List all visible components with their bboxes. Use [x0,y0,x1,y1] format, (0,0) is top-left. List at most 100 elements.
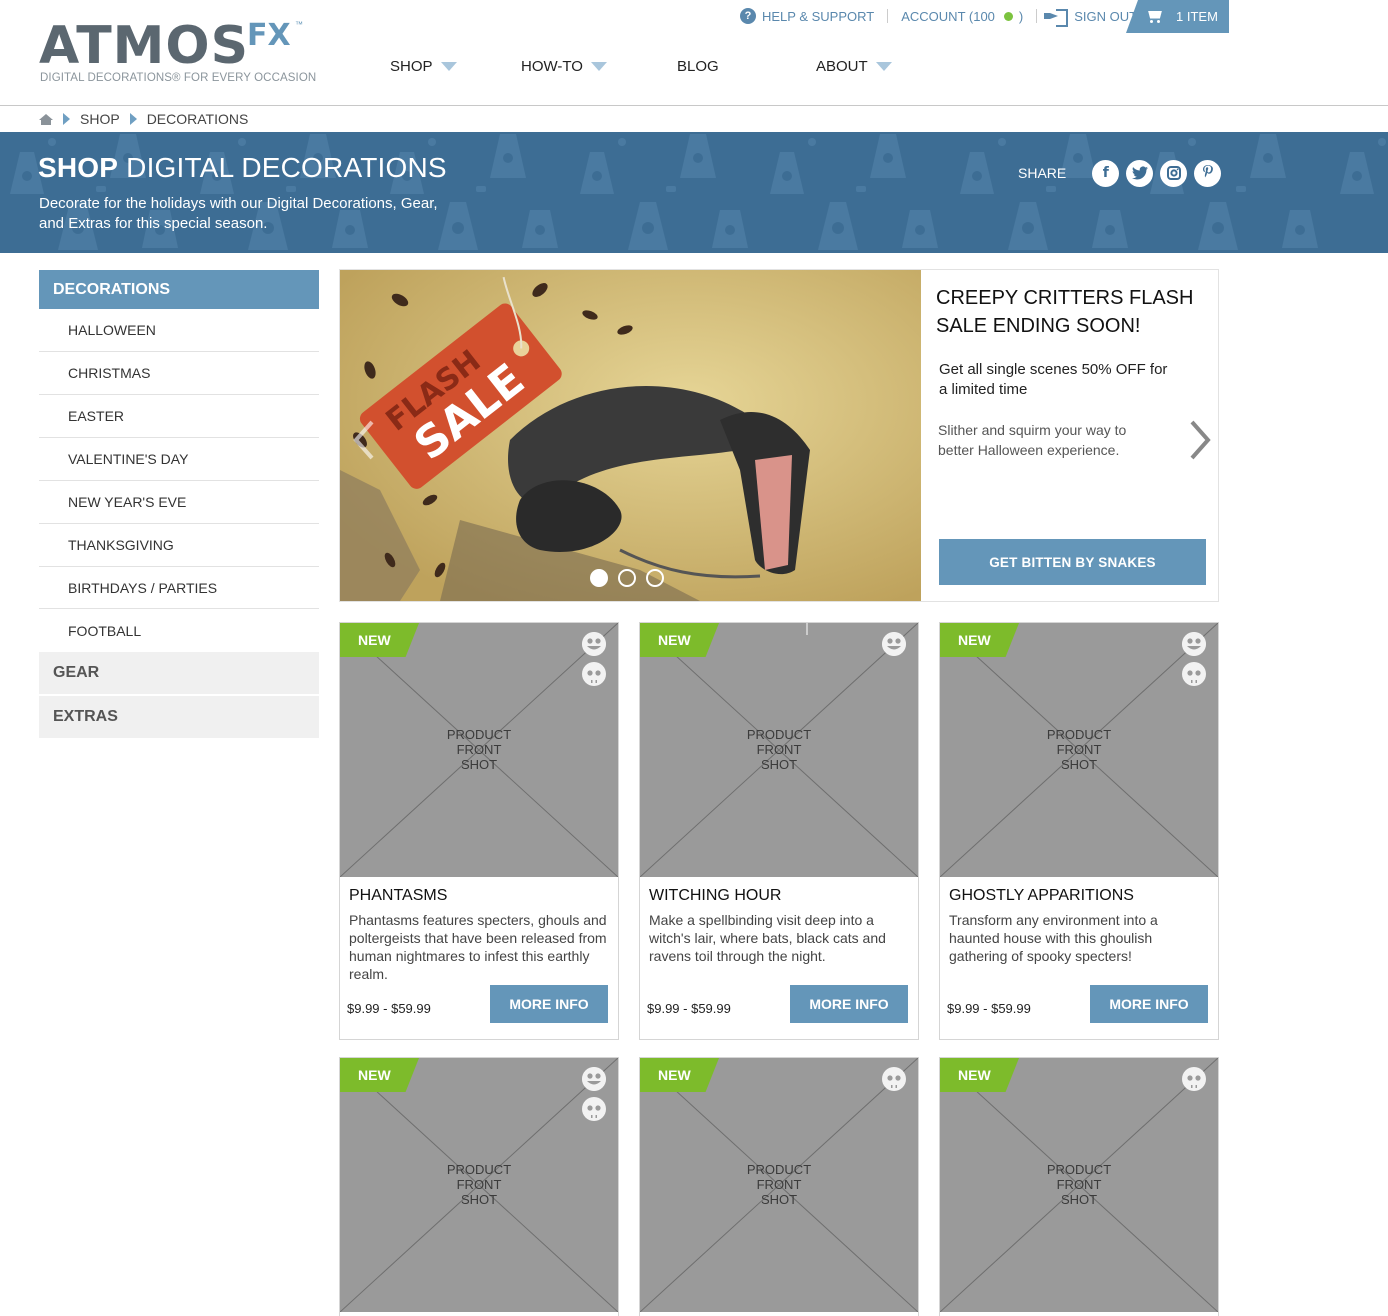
product-title[interactable]: GHOSTLY APPARITIONS [949,887,1208,911]
placeholder-line: SHOT [460,757,498,772]
sidebar-item-thanksgiving[interactable]: THANKSGIVING [39,524,319,567]
share-bar: SHARE f [1018,159,1228,187]
breadcrumb: SHOP DECORATIONS [39,106,248,132]
nav-shop[interactable]: SHOP [390,58,457,75]
new-badge: NEW [640,1058,719,1092]
product-footer: $9.99 - $59.99 MORE INFO [647,983,908,1029]
skull-icon [882,1067,906,1091]
home-icon[interactable] [39,113,53,125]
product-image-placeholder[interactable]: PRODUCT FRONT SHOT NEW [340,623,618,877]
sidebar-item-christmas[interactable]: CHRISTMAS [39,352,319,395]
divider [887,9,889,23]
product-price: $9.99 - $59.99 [947,1001,1031,1016]
sidebar-item-new-years-eve[interactable]: NEW YEAR'S EVE [39,481,319,524]
product-image-placeholder[interactable]: PRODUCT FRONT SHOT NEW [940,623,1218,877]
carousel-dot-3[interactable] [646,569,664,587]
sidebar-item-birthdays-parties[interactable]: BIRTHDAYS / PARTIES [39,567,319,609]
cart-button[interactable]: 1 ITEM [1126,0,1229,33]
logo-fx: FX [247,18,291,53]
atmosfx-logo[interactable]: ATMOS FX ™ DIGITAL DECORATIONS® FOR EVER… [39,18,319,88]
nav-how-to-label: HOW-TO [521,58,583,75]
product-card: PRODUCT FRONT SHOT NEW [339,1057,619,1316]
hero-banner: SHOP DIGITAL DECORATIONS Decorate for the… [0,132,1388,253]
nav-blog-label: BLOG [677,58,719,75]
account-label: ACCOUNT (100 [901,8,995,24]
placeholder-line: SHOT [760,1192,798,1207]
facebook-icon[interactable]: f [1092,159,1120,187]
promo-description: Slither and squirm your way to better Ha… [938,422,1127,458]
placeholder-label: PRODUCT FRONT SHOT [340,1162,618,1207]
product-description: Transform any environment into a haunted… [949,912,1158,964]
skull-icon [582,662,606,686]
product-price: $9.99 - $59.99 [347,1001,431,1016]
sidebar-category-extras[interactable]: EXTRAS [39,696,319,738]
sidebar-item-halloween[interactable]: HALLOWEEN [39,309,319,352]
account-paren: ) [1018,8,1024,24]
pinterest-icon[interactable] [1194,159,1222,187]
carousel-prev-arrow-icon[interactable] [352,420,376,460]
placeholder-line: PRODUCT [746,727,812,742]
chevron-down-icon [440,62,457,71]
promo-lead: Get all single scenes 50% OFF for a limi… [939,361,1168,398]
sign-out-link[interactable]: SIGN OUT [1050,9,1137,27]
flash-sale-illustration: FLASH SALE [340,270,921,601]
product-info: PHANTASMS Phantasms features specters, g… [340,877,618,1039]
new-badge: NEW [940,623,1019,657]
twitter-icon[interactable] [1126,159,1154,187]
more-info-button[interactable]: MORE INFO [490,985,608,1023]
placeholder-line: SHOT [1060,757,1098,772]
sidebar-item-football[interactable]: FOOTBALL [39,609,319,652]
product-title[interactable]: WITCHING HOUR [649,887,908,911]
placeholder-line: SHOT [760,757,798,772]
breadcrumb-decorations: DECORATIONS [146,111,249,127]
shopping-cart-icon [1146,10,1164,24]
smiley-icon [582,1067,606,1091]
nav-how-to[interactable]: HOW-TO [521,58,607,75]
instagram-icon[interactable] [1160,159,1188,187]
promo-slide-text: CREEPY CRITTERS FLASH SALE ENDING SOON! … [936,284,1196,460]
promo-slide-image[interactable]: FLASH SALE [340,270,921,601]
sidebar-item-valentines-day[interactable]: VALENTINE'S DAY [39,438,319,481]
product-image-placeholder[interactable]: PRODUCT FRONT SHOT NEW [940,1058,1218,1312]
promo-cta-button[interactable]: GET BITTEN BY SNAKES [939,539,1206,585]
nav-about[interactable]: ABOUT [816,58,892,75]
placeholder-label: PRODUCT FRONT SHOT [640,1162,918,1207]
product-description: Make a spellbinding visit deep into a wi… [649,912,886,964]
placeholder-line: FRONT [1056,742,1102,757]
new-badge: NEW [340,623,419,657]
smiley-icon [882,632,906,656]
help-support-link[interactable]: ? HELP & SUPPORT [740,8,874,24]
halloween-pattern-background [0,132,1388,253]
carousel-next-arrow-icon[interactable] [1188,420,1212,460]
product-image-placeholder[interactable]: PRODUCT FRONT SHOT NEW [340,1058,618,1312]
product-image-placeholder[interactable]: PRODUCT FRONT SHOT NEW [640,623,918,877]
placeholder-line: PRODUCT [1046,1162,1112,1177]
skull-icon [1182,1067,1206,1091]
sidebar-header-decorations[interactable]: DECORATIONS [39,270,319,309]
page-subtitle: Decorate for the holidays with our Digit… [39,195,438,232]
smiley-icon [582,632,606,656]
placeholder-label: PRODUCT FRONT SHOT [340,727,618,772]
carousel-dot-1[interactable] [590,569,608,587]
product-description: Phantasms features specters, ghouls and … [349,912,607,982]
product-title[interactable]: PHANTASMS [349,887,608,911]
product-card: PRODUCT FRONT SHOT NEW GHOSTLY APPARITIONS… [939,622,1219,1040]
product-card: PRODUCT FRONT SHOT NEW [639,1057,919,1316]
nav-blog[interactable]: BLOG [677,58,719,75]
logo-trademark: ™ [295,20,303,29]
breadcrumb-shop[interactable]: SHOP [80,111,120,127]
sign-out-icon [1050,9,1069,27]
account-link[interactable]: ACCOUNT (100) [901,9,1023,24]
carousel-dot-2[interactable] [618,569,636,587]
sidebar-item-easter[interactable]: EASTER [39,395,319,438]
product-image-placeholder[interactable]: PRODUCT FRONT SHOT NEW [640,1058,918,1312]
sidebar-category-gear[interactable]: GEAR [39,652,319,694]
skull-icon [582,1097,606,1121]
more-info-button[interactable]: MORE INFO [790,985,908,1023]
question-circle-icon: ? [740,8,756,24]
nav-about-label: ABOUT [816,58,868,75]
product-price: $9.99 - $59.99 [647,1001,731,1016]
placeholder-line: FRONT [756,1177,802,1192]
share-label: SHARE [1018,165,1067,181]
more-info-button[interactable]: MORE INFO [1090,985,1208,1023]
